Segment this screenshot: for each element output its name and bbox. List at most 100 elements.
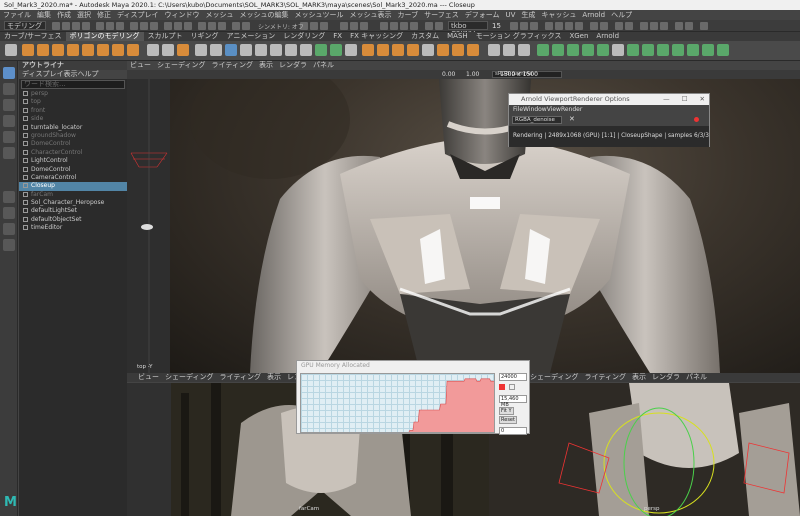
shelf-tool-icon[interactable]: [717, 44, 729, 56]
shelf-tab-0[interactable]: カーブ/サーフェス: [0, 32, 66, 41]
bottom-left-viewport[interactable]: [127, 383, 171, 516]
status-tool-icon[interactable]: [116, 22, 124, 30]
shelf-tool-icon[interactable]: [657, 44, 669, 56]
menu-item-14[interactable]: UV: [503, 10, 519, 20]
status-tool-icon[interactable]: [660, 22, 668, 30]
outliner-item[interactable]: Closeup: [19, 182, 127, 191]
arnold-menu-item-3[interactable]: Render: [561, 106, 582, 113]
shelf-tool-icon[interactable]: [22, 44, 34, 56]
arnold-menu-item-0[interactable]: File: [513, 106, 523, 113]
shelf-tool-icon[interactable]: [52, 44, 64, 56]
shelf-tool-icon[interactable]: [67, 44, 79, 56]
aov-select[interactable]: RGBA_denoise: [512, 116, 562, 124]
status-tool-icon[interactable]: [310, 22, 318, 30]
shelf-tool-icon[interactable]: [210, 44, 222, 56]
exposure-field[interactable]: 0.00: [442, 71, 455, 78]
status-tool-icon[interactable]: [130, 22, 138, 30]
shelf-tool-icon[interactable]: [437, 44, 449, 56]
status-tool-icon[interactable]: [625, 22, 633, 30]
status-tool-icon[interactable]: [400, 22, 408, 30]
status-tool-icon[interactable]: [700, 22, 708, 30]
shelf-tool-icon[interactable]: [345, 44, 357, 56]
shelf-tool-icon[interactable]: [702, 44, 714, 56]
shelf-tool-icon[interactable]: [240, 44, 252, 56]
shelf-tab-12[interactable]: Arnold: [592, 32, 623, 41]
shelf-tool-icon[interactable]: [285, 44, 297, 56]
status-tool-icon[interactable]: [52, 22, 60, 30]
viewport-menu-item-0[interactable]: ビュー: [127, 61, 154, 70]
status-tool-icon[interactable]: [340, 22, 348, 30]
persp-menu-item-4[interactable]: レンダラ: [649, 373, 683, 382]
menu-item-13[interactable]: デフォーム: [462, 10, 503, 20]
shelf-tool-icon[interactable]: [97, 44, 109, 56]
shelf-tool-icon[interactable]: [407, 44, 419, 56]
status-tool-icon[interactable]: [590, 22, 598, 30]
shelf-tool-icon[interactable]: [362, 44, 374, 56]
viewport-menu-item-4[interactable]: レンダラ: [276, 61, 310, 70]
status-tool-icon[interactable]: [360, 22, 368, 30]
menu-item-8[interactable]: メッシュの編集: [237, 10, 292, 20]
status-tool-icon[interactable]: [218, 22, 226, 30]
status-tool-icon[interactable]: [425, 22, 433, 30]
status-tool-icon[interactable]: [555, 22, 563, 30]
status-tool-icon[interactable]: [208, 22, 216, 30]
shelf-tool-icon[interactable]: [537, 44, 549, 56]
outliner-item[interactable]: farCam: [19, 191, 127, 199]
outliner-item[interactable]: front: [19, 107, 127, 115]
outliner-layout-icon[interactable]: [3, 239, 15, 251]
status-tool-icon[interactable]: [380, 22, 388, 30]
status-tool-icon[interactable]: [72, 22, 80, 30]
shelf-tool-icon[interactable]: [112, 44, 124, 56]
arnold-menu-item-2[interactable]: View: [547, 106, 561, 113]
outliner-item[interactable]: CharacterControl: [19, 149, 127, 157]
shelf-tool-icon[interactable]: [567, 44, 579, 56]
outliner-search-input[interactable]: ワード検索...: [21, 80, 125, 89]
status-tool-icon[interactable]: [350, 22, 358, 30]
shelf-tab-4[interactable]: アニメーション: [223, 32, 280, 41]
outliner-item[interactable]: DomeControl: [19, 140, 127, 148]
shelf-tool-icon[interactable]: [270, 44, 282, 56]
rotate-tool-icon[interactable]: [3, 131, 15, 143]
shelf-tool-icon[interactable]: [488, 44, 500, 56]
stop-icon[interactable]: [694, 117, 699, 122]
camera-select[interactable]: tkbo C3KNV: [448, 21, 488, 38]
status-tool-icon[interactable]: [615, 22, 623, 30]
outliner-item[interactable]: LightControl: [19, 157, 127, 165]
menu-item-3[interactable]: 選択: [74, 10, 94, 20]
outliner-item[interactable]: persp: [19, 90, 127, 98]
shelf-tool-icon[interactable]: [627, 44, 639, 56]
shelf-tool-icon[interactable]: [225, 44, 237, 56]
shelf-tab-6[interactable]: FX: [329, 32, 346, 41]
shelf-tool-icon[interactable]: [392, 44, 404, 56]
shelf-tab-11[interactable]: XGen: [565, 32, 592, 41]
status-tool-icon[interactable]: [650, 22, 658, 30]
gamma-value-field[interactable]: 1.00: [466, 71, 479, 78]
shelf-tool-icon[interactable]: [255, 44, 267, 56]
bottom-left-menu-item-3[interactable]: 表示: [264, 373, 284, 382]
status-tool-icon[interactable]: [164, 22, 172, 30]
menu-item-18[interactable]: ヘルプ: [608, 10, 635, 20]
menu-item-11[interactable]: カーブ: [395, 10, 422, 20]
gpu-max-field[interactable]: 24000: [499, 373, 527, 381]
mode-select[interactable]: モデリング: [4, 21, 46, 30]
scale-tool-icon[interactable]: [3, 147, 15, 159]
shelf-tool-icon[interactable]: [147, 44, 159, 56]
menu-item-10[interactable]: メッシュ表示: [347, 10, 395, 20]
outliner-menu-item-2[interactable]: ヘルプ: [78, 70, 99, 78]
outliner-item[interactable]: defaultObjectSet: [19, 216, 127, 224]
shelf-tool-icon[interactable]: [582, 44, 594, 56]
status-tool-icon[interactable]: [510, 22, 518, 30]
shelf-tool-icon[interactable]: [552, 44, 564, 56]
shelf-tab-2[interactable]: スカルプト: [144, 32, 187, 41]
status-tool-icon[interactable]: [320, 22, 328, 30]
status-tool-icon[interactable]: [106, 22, 114, 30]
status-tool-icon[interactable]: [685, 22, 693, 30]
viewport-menu-item-3[interactable]: 表示: [256, 61, 276, 70]
shelf-tool-icon[interactable]: [5, 44, 17, 56]
shelf-tool-icon[interactable]: [177, 44, 189, 56]
arnold-menu-item-1[interactable]: Window: [523, 106, 547, 113]
bottom-left-menu-item-0[interactable]: ビュー: [135, 373, 162, 382]
shelf-tool-icon[interactable]: [195, 44, 207, 56]
shelf-tool-icon[interactable]: [467, 44, 479, 56]
fit-y-button[interactable]: Fit Y: [499, 407, 514, 415]
